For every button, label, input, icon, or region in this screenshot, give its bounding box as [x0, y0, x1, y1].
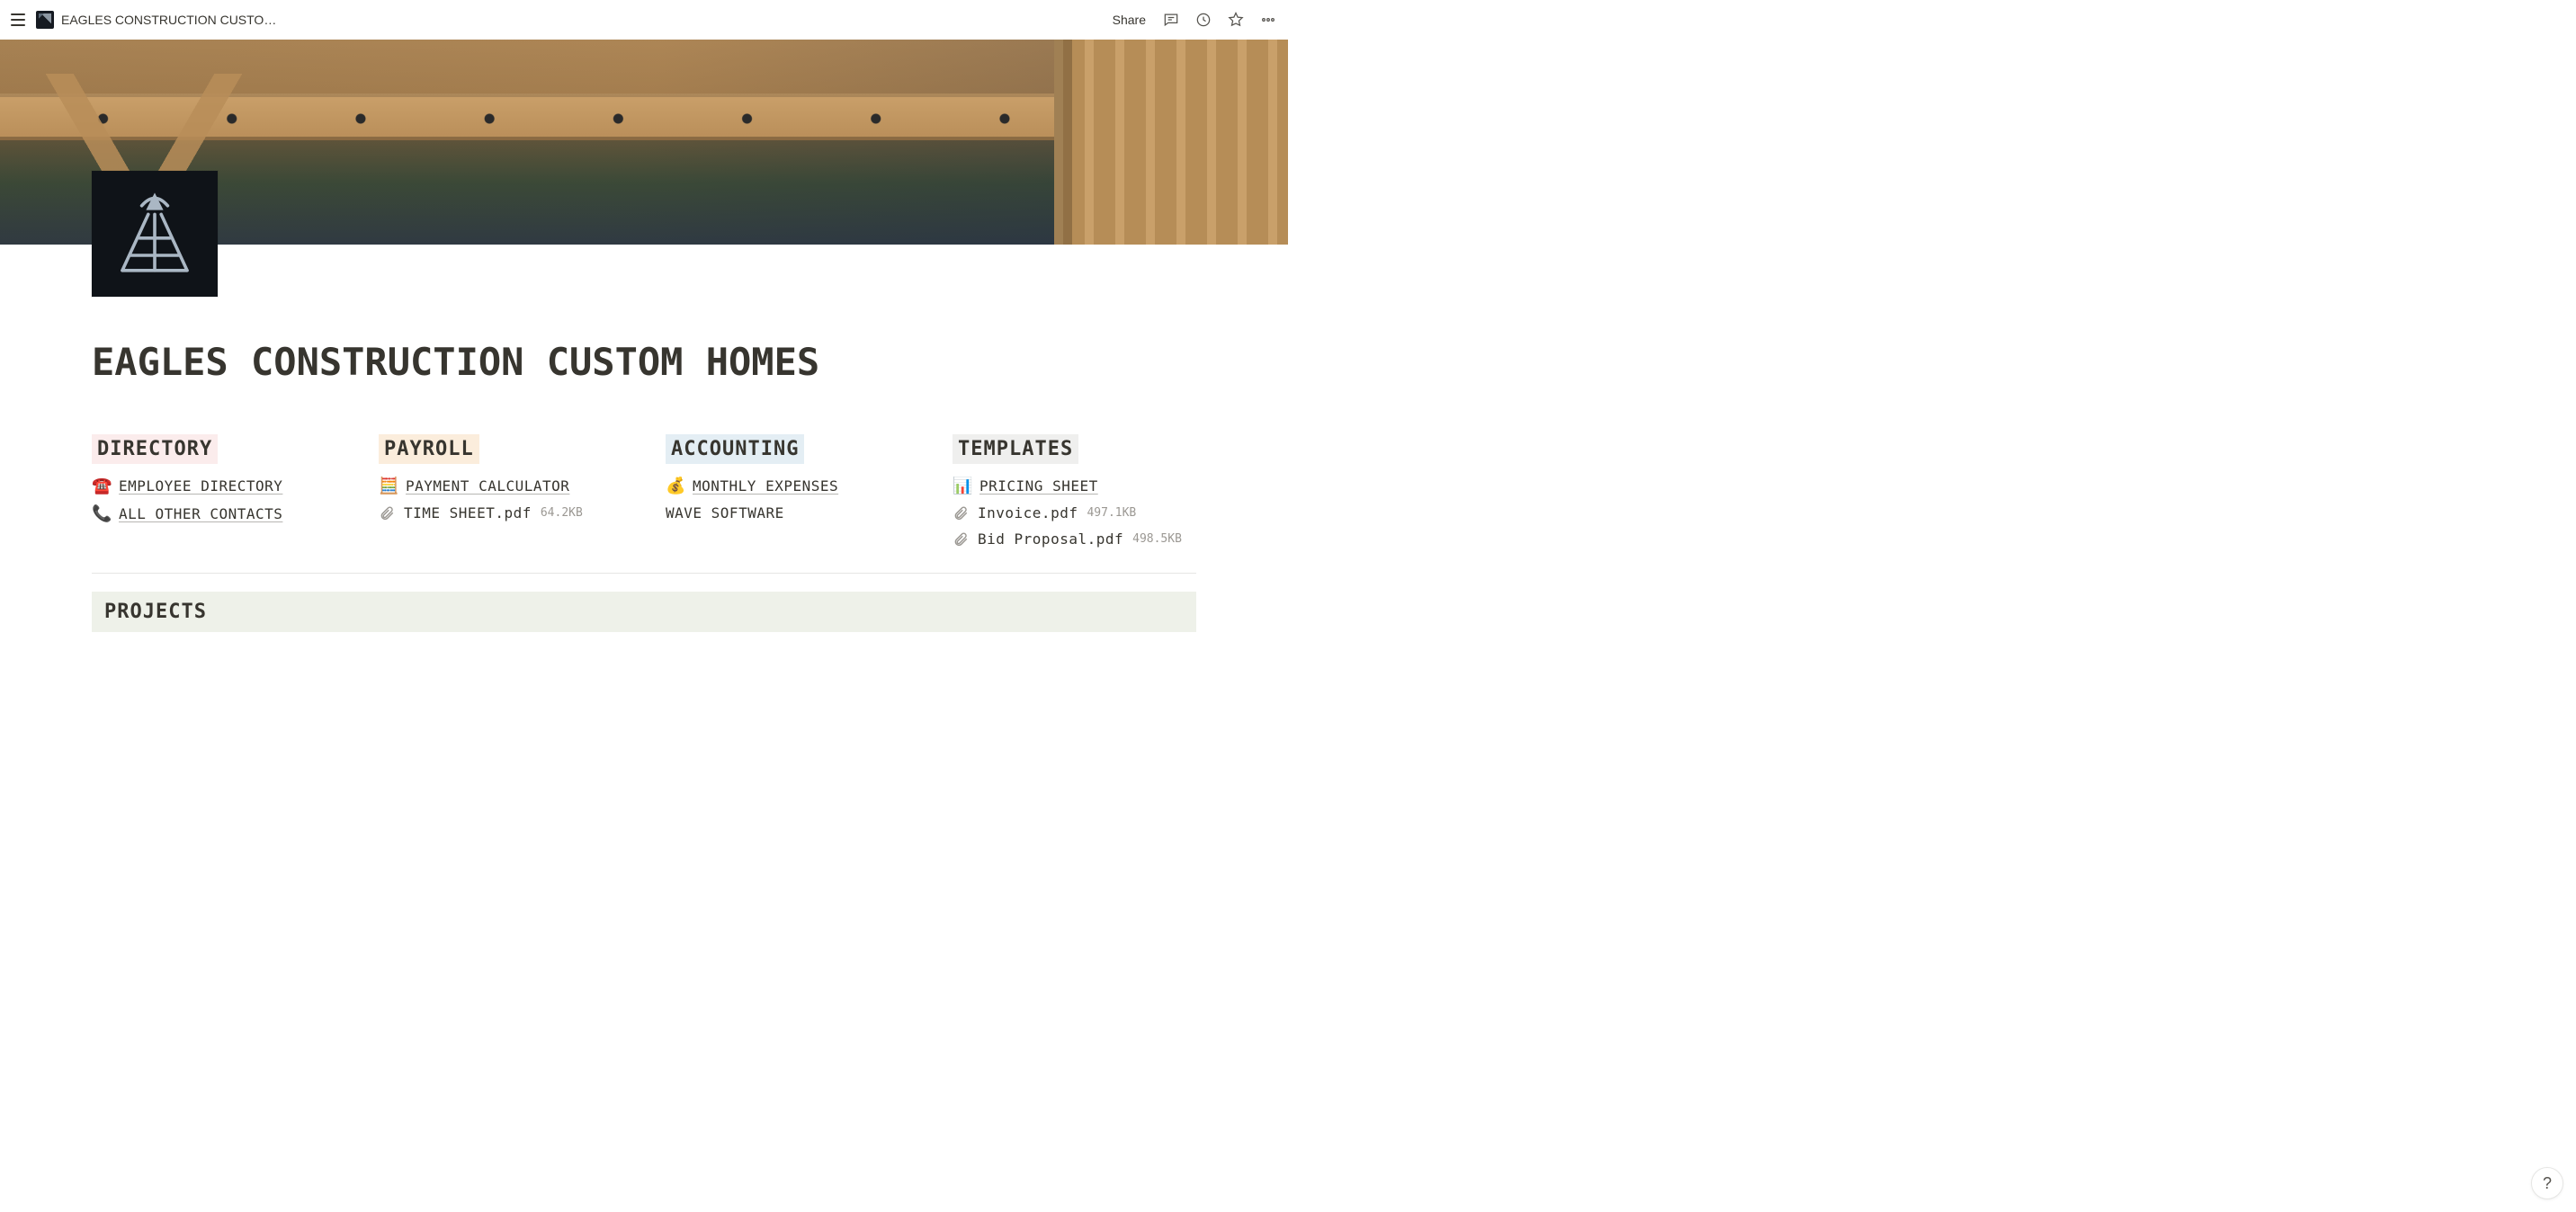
file-bid-proposal[interactable]: Bid Proposal.pdf 498.5KB: [953, 530, 1196, 548]
column-templates: TEMPLATES 📊 PRICING SHEET Invoice.pdf 49…: [953, 434, 1196, 548]
file-size: 498.5KB: [1132, 532, 1182, 546]
breadcrumb-title[interactable]: EAGLES CONSTRUCTION CUSTO…: [61, 13, 276, 27]
favorite-icon[interactable]: [1223, 7, 1248, 32]
link-label: MONTHLY EXPENSES: [693, 477, 838, 495]
barchart-icon: 📊: [953, 477, 970, 495]
file-size: 497.1KB: [1087, 506, 1136, 520]
help-button[interactable]: ?: [2531, 1167, 2563, 1199]
divider: [92, 573, 1196, 574]
file-size: 64.2KB: [541, 506, 583, 520]
column-payroll: PAYROLL 🧮 PAYMENT CALCULATOR TIME SHEET.…: [379, 434, 622, 548]
text-label: WAVE SOFTWARE: [666, 504, 784, 521]
heading-payroll[interactable]: PAYROLL: [379, 434, 479, 464]
heading-templates[interactable]: TEMPLATES: [953, 434, 1078, 464]
link-label: ALL OTHER CONTACTS: [119, 505, 282, 522]
page-icon[interactable]: [92, 171, 218, 297]
projects-section: PROJECTS: [92, 592, 1196, 632]
moneybag-icon: 💰: [666, 477, 684, 495]
columns: DIRECTORY ☎️ EMPLOYEE DIRECTORY 📞 ALL OT…: [92, 434, 1196, 548]
column-directory: DIRECTORY ☎️ EMPLOYEE DIRECTORY 📞 ALL OT…: [92, 434, 335, 548]
link-pricing-sheet[interactable]: 📊 PRICING SHEET: [953, 477, 1196, 495]
link-label: PRICING SHEET: [979, 477, 1098, 495]
menu-icon[interactable]: [7, 9, 29, 31]
phone-icon: ☎️: [92, 477, 110, 495]
heading-projects: PROJECTS: [99, 597, 212, 627]
link-payment-calculator[interactable]: 🧮 PAYMENT CALCULATOR: [379, 477, 622, 495]
share-button[interactable]: Share: [1107, 9, 1151, 31]
text-wave-software[interactable]: WAVE SOFTWARE: [666, 504, 909, 521]
more-icon[interactable]: [1256, 7, 1281, 32]
page-icon-small[interactable]: [36, 11, 54, 29]
comments-icon[interactable]: [1158, 7, 1184, 32]
file-time-sheet[interactable]: TIME SHEET.pdf 64.2KB: [379, 504, 622, 521]
receiver-icon: 📞: [92, 504, 110, 523]
updates-icon[interactable]: [1191, 7, 1216, 32]
file-label: Bid Proposal.pdf: [978, 530, 1123, 548]
link-all-other-contacts[interactable]: 📞 ALL OTHER CONTACTS: [92, 504, 335, 523]
column-accounting: ACCOUNTING 💰 MONTHLY EXPENSES WAVE SOFTW…: [666, 434, 909, 548]
link-employee-directory[interactable]: ☎️ EMPLOYEE DIRECTORY: [92, 477, 335, 495]
link-monthly-expenses[interactable]: 💰 MONTHLY EXPENSES: [666, 477, 909, 495]
paperclip-icon: [953, 505, 969, 521]
topbar: EAGLES CONSTRUCTION CUSTO… Share: [0, 0, 1288, 40]
heading-directory[interactable]: DIRECTORY: [92, 434, 218, 464]
link-label: EMPLOYEE DIRECTORY: [119, 477, 282, 495]
abacus-icon: 🧮: [379, 477, 397, 495]
heading-accounting[interactable]: ACCOUNTING: [666, 434, 804, 464]
file-label: Invoice.pdf: [978, 504, 1078, 521]
link-label: PAYMENT CALCULATOR: [406, 477, 569, 495]
file-label: TIME SHEET.pdf: [404, 504, 532, 521]
paperclip-icon: [379, 505, 395, 521]
heading-projects-strip[interactable]: PROJECTS: [92, 592, 1196, 632]
page-title[interactable]: EAGLES CONSTRUCTION CUSTOM HOMES: [92, 340, 1196, 384]
file-invoice[interactable]: Invoice.pdf 497.1KB: [953, 504, 1196, 521]
paperclip-icon: [953, 531, 969, 548]
page-content: EAGLES CONSTRUCTION CUSTOM HOMES DIRECTO…: [0, 245, 1288, 632]
